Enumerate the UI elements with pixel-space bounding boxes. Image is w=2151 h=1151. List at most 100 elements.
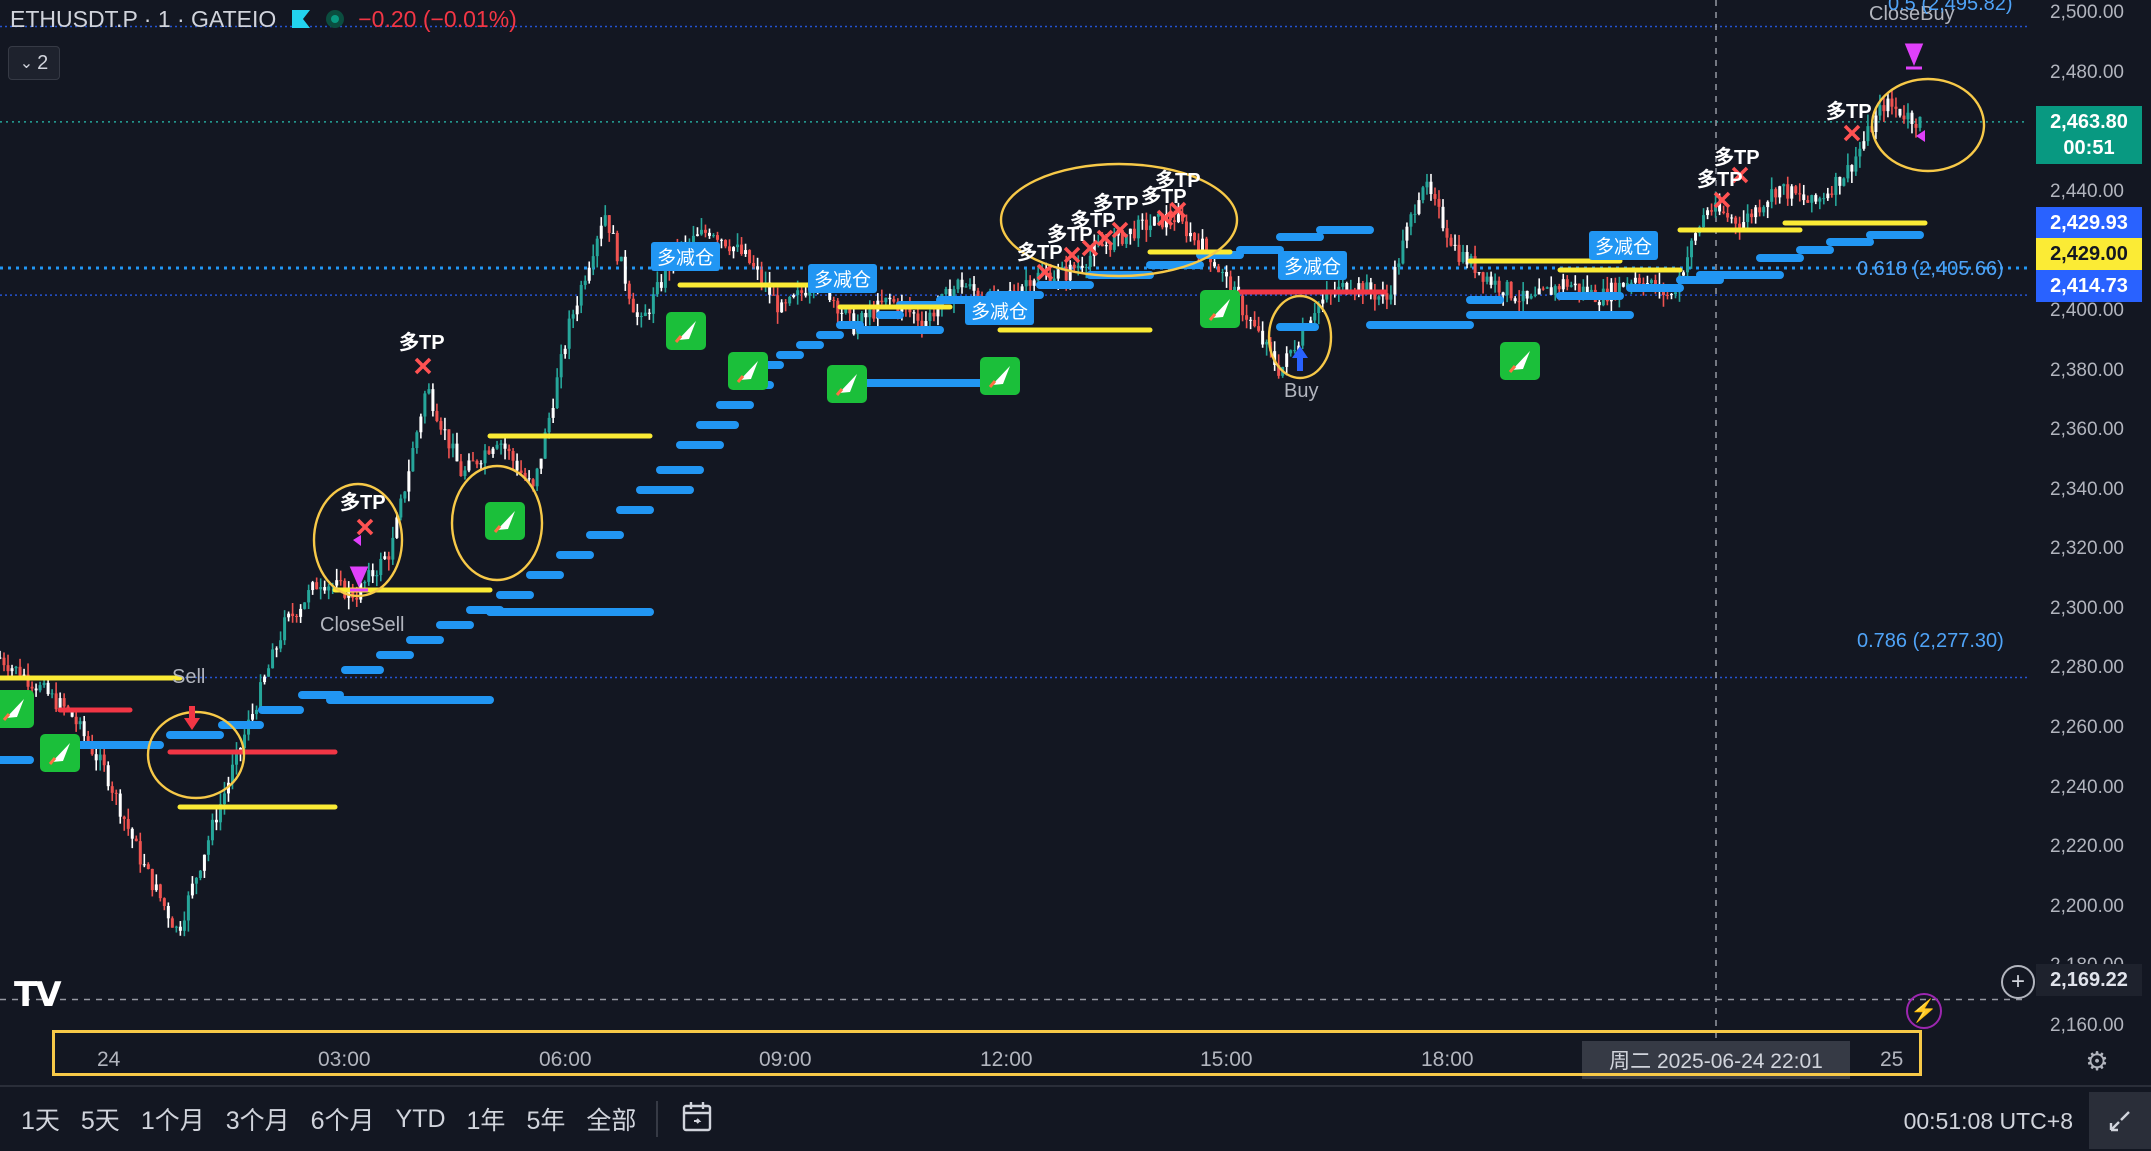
candle-body bbox=[1080, 265, 1084, 268]
candle-body bbox=[475, 460, 479, 465]
candle-body bbox=[1461, 251, 1465, 262]
price-change: −0.20 (−0.01%) bbox=[358, 5, 517, 32]
candle-body bbox=[1545, 287, 1549, 289]
bar-countdown: 00:51 bbox=[2063, 137, 2115, 159]
price-tick-label: 2,240.00 bbox=[2050, 776, 2124, 798]
candle-body bbox=[1834, 176, 1838, 195]
candle-body bbox=[411, 448, 415, 472]
range-button[interactable]: 3个月 bbox=[226, 1101, 290, 1137]
candle-body bbox=[1910, 112, 1914, 124]
chart-canvas[interactable] bbox=[0, 0, 2151, 1149]
close-sell-label: CloseSell bbox=[320, 614, 405, 636]
candle-body bbox=[1902, 115, 1906, 120]
candle-body bbox=[703, 229, 707, 233]
candle-body bbox=[387, 556, 391, 560]
reduce-position-label: 多减仓 bbox=[1589, 231, 1659, 260]
candle-body bbox=[427, 389, 431, 394]
clock-timezone[interactable]: 00:51:08 UTC+8 bbox=[1904, 1108, 2073, 1135]
range-button[interactable]: 1个月 bbox=[141, 1101, 205, 1137]
candle-body bbox=[1393, 267, 1397, 295]
candle-body bbox=[34, 688, 38, 691]
candle-body bbox=[744, 250, 748, 254]
candle-body bbox=[82, 721, 86, 737]
candle-body bbox=[299, 608, 303, 617]
range-button[interactable]: 1年 bbox=[467, 1101, 506, 1137]
fullscreen-corner-icon[interactable] bbox=[2089, 1092, 2151, 1149]
candle-body bbox=[375, 575, 379, 577]
candle-body bbox=[114, 792, 118, 794]
candle-body bbox=[1770, 189, 1774, 202]
candle-body bbox=[539, 458, 543, 469]
candle-body bbox=[1682, 272, 1686, 276]
candle-body bbox=[1501, 292, 1505, 296]
candle-body bbox=[1629, 282, 1633, 284]
range-button[interactable]: 5天 bbox=[81, 1101, 120, 1137]
candle-body bbox=[1673, 292, 1677, 295]
candle-body bbox=[1533, 294, 1537, 296]
candle-body bbox=[94, 754, 98, 761]
candle-body bbox=[1289, 350, 1293, 354]
candle-body bbox=[784, 302, 788, 304]
candle-body bbox=[631, 298, 635, 313]
candle-body bbox=[1445, 228, 1449, 238]
candle-body bbox=[1493, 280, 1497, 285]
candle-body bbox=[944, 288, 948, 295]
candle-body bbox=[1152, 216, 1156, 226]
annotation-circle bbox=[1870, 77, 1986, 173]
candle-body bbox=[214, 819, 218, 823]
candle-body bbox=[924, 320, 928, 327]
candle-body bbox=[1734, 217, 1738, 224]
candle-body bbox=[575, 305, 579, 315]
candle-body bbox=[30, 686, 34, 689]
candle-body bbox=[796, 290, 800, 296]
range-button[interactable]: YTD bbox=[396, 1105, 446, 1134]
indicators-toggle-button[interactable]: ⌄ 2 bbox=[8, 46, 60, 80]
gear-icon[interactable]: ⚙ bbox=[2082, 1046, 2112, 1076]
candle-body bbox=[748, 250, 752, 263]
candle-body bbox=[535, 468, 539, 487]
candle-body bbox=[62, 698, 66, 707]
candle-body bbox=[1790, 186, 1794, 199]
candle-body bbox=[595, 238, 599, 257]
candle-body bbox=[487, 450, 491, 454]
candle-body bbox=[1914, 123, 1918, 128]
range-button[interactable]: 全部 bbox=[586, 1101, 636, 1137]
candle-body bbox=[840, 312, 844, 314]
rocket-buy-signal-icon bbox=[40, 734, 80, 772]
candle-body bbox=[1906, 112, 1910, 120]
price-tick-label: 2,160.00 bbox=[2050, 1015, 2124, 1036]
add-alert-plus-icon[interactable]: + bbox=[2001, 965, 2035, 999]
candle-body bbox=[198, 870, 202, 878]
candle-body bbox=[1878, 105, 1882, 116]
candle-body bbox=[715, 235, 719, 240]
price-tick-label: 2,280.00 bbox=[2050, 657, 2124, 679]
candle-body bbox=[174, 926, 178, 928]
candle-body bbox=[1862, 141, 1866, 149]
symbol-title[interactable]: ETHUSDT.P · 1 · GATEIO bbox=[10, 6, 276, 33]
candle-body bbox=[912, 312, 916, 314]
candle-body bbox=[1918, 116, 1922, 128]
calendar-goto-icon[interactable] bbox=[680, 1099, 716, 1140]
candle-body bbox=[1842, 178, 1846, 186]
range-button[interactable]: 6个月 bbox=[311, 1101, 375, 1137]
flash-icon[interactable]: ⚡ bbox=[1906, 993, 1942, 1029]
range-button[interactable]: 1天 bbox=[21, 1101, 60, 1137]
sell-label: Sell bbox=[172, 666, 206, 688]
candle-body bbox=[122, 816, 126, 820]
candle-body bbox=[166, 905, 170, 919]
candle-body bbox=[319, 587, 323, 590]
candle-body bbox=[663, 268, 667, 288]
candle-body bbox=[635, 312, 639, 317]
candle-body bbox=[611, 232, 615, 234]
range-button[interactable]: 5年 bbox=[526, 1101, 565, 1137]
candle-body bbox=[459, 461, 463, 477]
candle-body bbox=[916, 313, 920, 321]
candle-body bbox=[1405, 226, 1409, 241]
candle-body bbox=[547, 417, 551, 433]
reduce-position-label: 多减仓 bbox=[965, 296, 1035, 325]
candle-body bbox=[138, 841, 142, 865]
candle-body bbox=[740, 244, 744, 254]
tradingview-logo[interactable]: TV bbox=[14, 975, 61, 1015]
candle-body bbox=[1669, 294, 1673, 296]
bottom-toolbar: 1天 5天 1个月 3个月 6个月 YTD 1年 5年 全部 bbox=[0, 1085, 2151, 1151]
